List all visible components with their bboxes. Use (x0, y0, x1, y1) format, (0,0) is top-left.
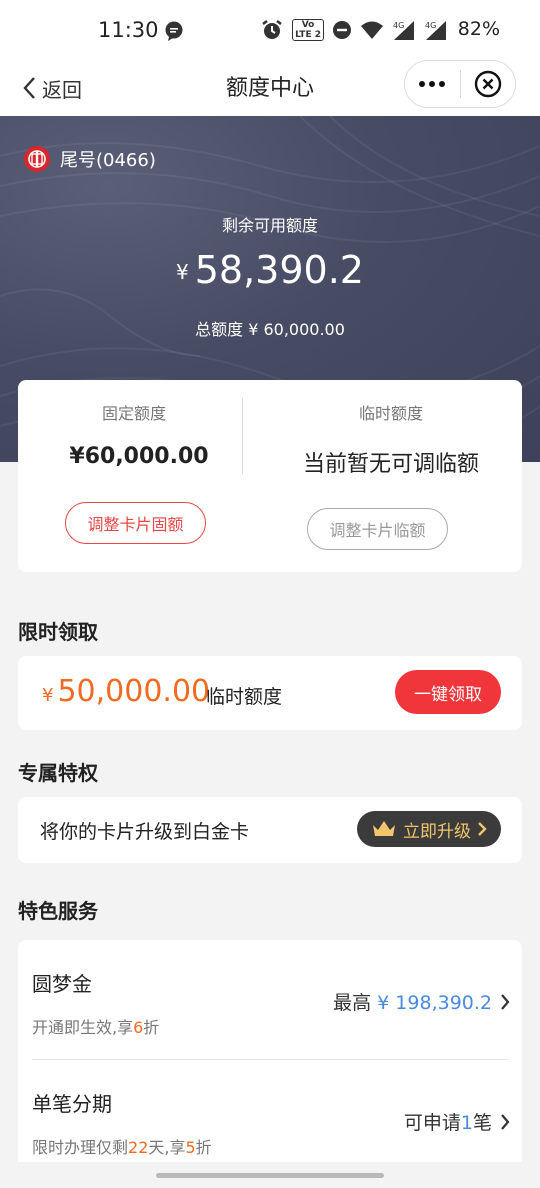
status-time: 11:30 (98, 18, 159, 42)
limited-offer-title: 限时领取 (18, 620, 98, 644)
close-button[interactable] (460, 61, 515, 107)
total-credit: 总额度 ¥ 60,000.00 (0, 316, 540, 340)
service-name: 单笔分期 (32, 1092, 112, 1116)
services-card: 圆梦金 开通即生效,享6折 最高 ¥ 198,390.2 单笔分期 限时办理仅剩… (18, 940, 522, 1162)
chevron-right-icon (501, 993, 510, 1010)
alarm-icon (262, 20, 282, 39)
mini-program-capsule (404, 60, 516, 108)
adjust-fixed-limit-button[interactable]: 调整卡片固额 (65, 502, 206, 544)
fixed-limit-title: 固定额度 (101, 404, 166, 423)
service-value: 最高 ¥ 198,390.2 (333, 988, 510, 1015)
service-value: 可申请1笔 (404, 1108, 510, 1135)
close-icon (474, 70, 501, 98)
nav-bar: 返回 额度中心 (0, 60, 540, 116)
service-divider (32, 1059, 508, 1060)
more-dot-icon (419, 81, 426, 87)
more-dot-icon (429, 81, 436, 87)
card-tail-number: 尾号(0466) (24, 146, 156, 172)
upgrade-label: 立即升级 (403, 821, 471, 842)
message-icon (165, 21, 183, 41)
temp-limit-title: 临时额度 (358, 404, 423, 423)
status-bar: 11:30 Vo LTE 2 4G 4G 82% (0, 0, 540, 60)
privilege-card: 将你的卡片升级到白金卡 立即升级 (18, 797, 522, 863)
privilege-text: 将你的卡片升级到白金卡 (40, 821, 250, 843)
svg-text:4G: 4G (393, 21, 404, 30)
upgrade-button[interactable]: 立即升级 (357, 811, 501, 847)
promo-label: 临时额度 (206, 686, 283, 708)
temp-limit-value: 当前暂无可调临额 (302, 452, 479, 477)
privilege-title: 专属特权 (18, 761, 98, 785)
services-title: 特色服务 (18, 899, 98, 923)
promo-currency: ¥ (42, 685, 54, 706)
limited-offer-card: ¥50,000.00 临时额度 一键领取 (18, 656, 522, 730)
promo-amount-value: 50,000.00 (57, 674, 211, 709)
status-icons: Vo LTE 2 4G 4G (260, 18, 448, 42)
max-amount: ¥ 198,390.2 (377, 992, 492, 1014)
signal-icon-2: 4G (425, 21, 446, 40)
fixed-limit-column: 固定额度 ¥60,000.00 调整卡片固额 (18, 380, 270, 572)
dnd-icon (333, 21, 351, 39)
claim-button[interactable]: 一键领取 (395, 670, 501, 714)
bank-logo-icon (24, 146, 50, 172)
installment-count: 1 (460, 1112, 473, 1134)
battery-level: 82% (457, 18, 500, 40)
home-indicator[interactable] (156, 1173, 384, 1178)
chevron-right-icon (478, 822, 487, 836)
service-desc: 限时办理仅剩22天,享5折 (32, 1138, 212, 1157)
currency-symbol: ¥ (176, 260, 189, 284)
limit-card: 固定额度 ¥60,000.00 调整卡片固额 临时额度 当前暂无可调临额 调整卡… (18, 380, 522, 572)
card-tail-text: 尾号(0466) (60, 150, 156, 171)
signal-icon-1: 4G (393, 21, 414, 40)
available-credit-label: 剩余可用额度 (221, 216, 318, 235)
service-desc: 开通即生效,享6折 (32, 1018, 160, 1037)
more-button[interactable] (405, 61, 460, 107)
more-dot-icon (439, 81, 446, 87)
wifi-icon (361, 21, 383, 39)
temp-limit-column: 临时额度 当前暂无可调临额 调整卡片临额 (270, 380, 522, 572)
adjust-temp-limit-button[interactable]: 调整卡片临额 (307, 508, 448, 550)
service-name: 圆梦金 (32, 972, 92, 996)
fixed-limit-value: ¥60,000.00 (69, 444, 209, 469)
volte-icon: Vo LTE 2 (292, 19, 324, 41)
column-divider (242, 398, 243, 474)
total-credit-value: ¥ 60,000.00 (248, 320, 345, 339)
crown-icon (373, 821, 395, 836)
svg-text:4G: 4G (425, 21, 436, 30)
available-amount-value: 58,390.2 (194, 248, 364, 292)
available-credit-amount: ¥58,390.2 (0, 248, 540, 292)
chevron-right-icon (501, 1113, 510, 1130)
total-credit-label: 总额度 (195, 320, 244, 339)
promo-amount: ¥50,000.00 (42, 674, 210, 709)
